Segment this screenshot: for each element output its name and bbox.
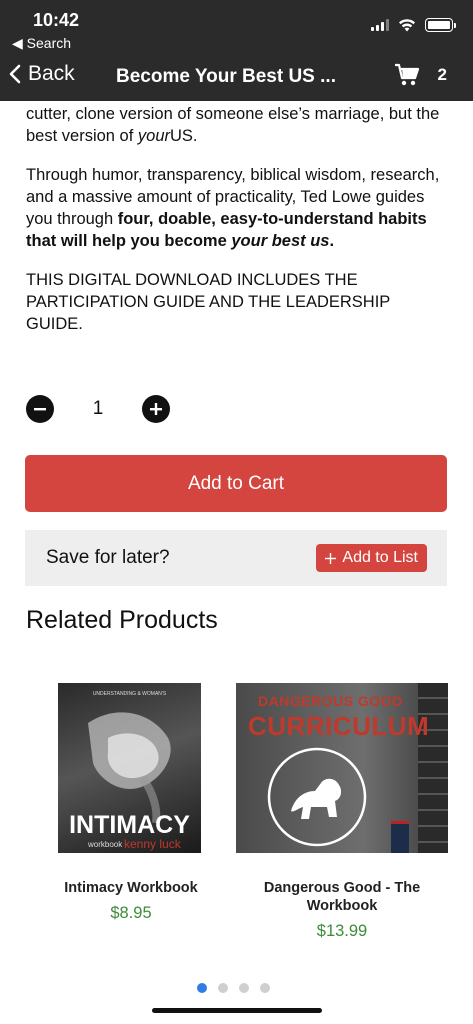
save-for-later-bar: Save for later? Add to List xyxy=(25,530,447,586)
cover-subtitle-text: workbook xyxy=(88,840,123,849)
book-spine-decoration xyxy=(391,821,409,853)
add-to-cart-button[interactable]: Add to Cart xyxy=(25,455,447,512)
increase-quantity-button[interactable] xyxy=(142,395,170,423)
plus-icon xyxy=(325,552,337,564)
cover-top-text: UNDERSTANDING & WOMAN'S xyxy=(92,691,167,697)
wifi-icon xyxy=(399,19,415,32)
cart-button[interactable]: 2 xyxy=(394,63,447,87)
add-to-list-label: Add to List xyxy=(342,549,418,566)
add-to-list-button[interactable]: Add to List xyxy=(316,544,427,572)
status-icons xyxy=(371,18,456,32)
cellular-signal-icon xyxy=(371,19,389,31)
product-description: cutter, clone version of someone else’s … xyxy=(26,101,446,335)
cover-line-2: CURRICULUM xyxy=(248,711,430,741)
brick-wall-decoration xyxy=(418,683,448,853)
description-paragraph-3: THIS DIGITAL DOWNLOAD INCLUDES THE PARTI… xyxy=(26,271,390,333)
save-for-later-label: Save for later? xyxy=(46,547,170,568)
home-indicator[interactable] xyxy=(152,1008,322,1013)
product-cover-image: UNDERSTANDING & WOMAN'S INTIMACY workboo… xyxy=(58,683,201,853)
product-price: $13.99 xyxy=(316,922,368,940)
plus-icon xyxy=(150,403,162,415)
pager-dot[interactable] xyxy=(239,983,249,993)
lion-emblem-icon xyxy=(267,747,367,847)
page-title: Become Your Best US ... xyxy=(116,66,336,87)
quantity-stepper: 1 xyxy=(26,395,170,423)
product-cover-image: DANGEROUS GOOD CURRICULUM xyxy=(236,683,448,853)
product-name: Dangerous Good - The Workbook xyxy=(263,880,421,914)
cover-author-text: kenny luck xyxy=(124,837,181,851)
status-time: 10:42 xyxy=(33,10,80,30)
pager-dot[interactable] xyxy=(218,983,228,993)
shopping-cart-icon xyxy=(394,63,419,86)
description-paragraph-2: Through humor, transparency, biblical wi… xyxy=(26,166,440,250)
product-price: $8.95 xyxy=(110,904,152,922)
top-bar: 10:42 ◀ Search Back Become Your Best US … xyxy=(0,0,473,101)
cart-count-badge: 2 xyxy=(437,65,447,84)
back-label: Back xyxy=(28,62,75,85)
cover-title-text: INTIMACY xyxy=(69,811,190,839)
battery-icon xyxy=(425,18,456,32)
pager-dot[interactable] xyxy=(260,983,270,993)
back-button[interactable]: Back xyxy=(8,62,75,86)
cover-line-1: DANGEROUS GOOD xyxy=(258,693,403,709)
related-products-heading: Related Products xyxy=(26,606,218,634)
description-paragraph-1: cutter, clone version of someone else’s … xyxy=(26,105,440,145)
minus-icon xyxy=(34,408,46,411)
product-name: Intimacy Workbook xyxy=(64,880,198,896)
status-back-to-search[interactable]: ◀ Search xyxy=(12,35,71,52)
quantity-value: 1 xyxy=(92,398,104,419)
chevron-left-icon xyxy=(9,64,21,84)
decrease-quantity-button[interactable] xyxy=(26,395,54,423)
carousel-pager xyxy=(197,983,270,993)
pager-dot[interactable] xyxy=(197,983,207,993)
